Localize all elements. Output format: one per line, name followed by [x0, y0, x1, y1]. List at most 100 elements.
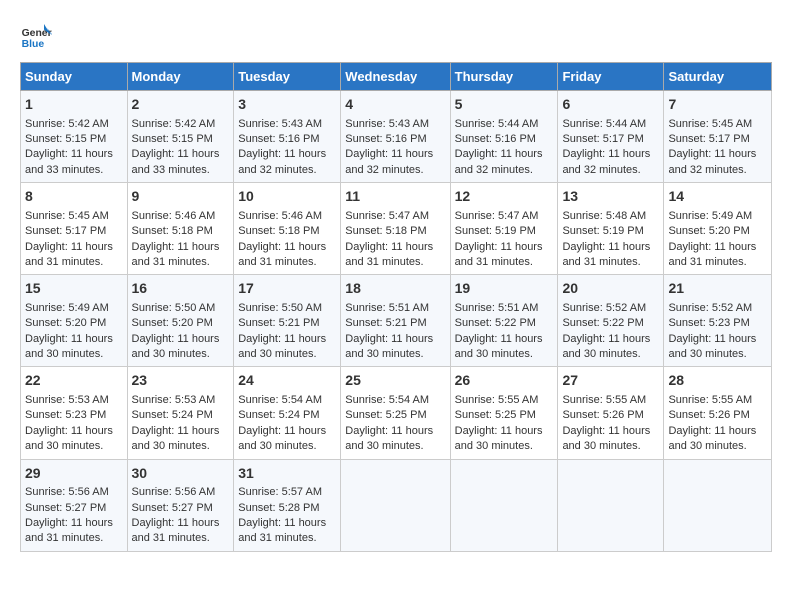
header-tuesday: Tuesday [234, 63, 341, 91]
day-number: 7 [668, 95, 767, 115]
daylight-text: Daylight: 11 hours and 31 minutes. [132, 517, 220, 544]
calendar-cell [664, 459, 772, 551]
day-number: 31 [238, 464, 336, 484]
calendar-cell: 16Sunrise: 5:50 AMSunset: 5:20 PMDayligh… [127, 275, 234, 367]
svg-text:Blue: Blue [22, 39, 45, 50]
calendar-week-1: 1Sunrise: 5:42 AMSunset: 5:15 PMDaylight… [21, 91, 772, 183]
calendar-cell: 19Sunrise: 5:51 AMSunset: 5:22 PMDayligh… [450, 275, 558, 367]
calendar-cell: 11 Sunrise: 5:47 AM Sunset: 5:18 PM Dayligh… [341, 183, 450, 275]
sunset-text: Sunset: 5:21 PM [238, 317, 319, 329]
sunset-text: Sunset: 5:16 PM [455, 133, 536, 145]
day-number: 23 [132, 371, 230, 391]
daylight-text: Daylight: 11 hours and 31 minutes. [345, 241, 433, 268]
daylight-text: Daylight: 11 hours and 33 minutes. [25, 148, 113, 175]
calendar-cell: 15Sunrise: 5:49 AMSunset: 5:20 PMDayligh… [21, 275, 128, 367]
sunset-text: Sunset: 5:26 PM [562, 409, 643, 421]
sunrise-text: Sunrise: 5:52 AM [562, 302, 646, 314]
daylight-text: Daylight: 11 hours and 30 minutes. [25, 425, 113, 452]
calendar-cell: 18Sunrise: 5:51 AMSunset: 5:21 PMDayligh… [341, 275, 450, 367]
calendar-cell: 17Sunrise: 5:50 AMSunset: 5:21 PMDayligh… [234, 275, 341, 367]
calendar-cell: 23Sunrise: 5:53 AMSunset: 5:24 PMDayligh… [127, 367, 234, 459]
sunset-text: Sunset: 5:20 PM [25, 317, 106, 329]
header-monday: Monday [127, 63, 234, 91]
sunrise-text: Sunrise: 5:55 AM [455, 394, 539, 406]
sunrise-text: Sunrise: 5:43 AM [345, 118, 429, 130]
day-number: 11 [345, 187, 445, 207]
sunset-text: Sunset: 5:28 PM [238, 502, 319, 514]
sunset-text: Sunset: 5:23 PM [25, 409, 106, 421]
header-thursday: Thursday [450, 63, 558, 91]
calendar-header-row: SundayMondayTuesdayWednesdayThursdayFrid… [21, 63, 772, 91]
daylight-text: Daylight: 11 hours and 32 minutes. [345, 148, 433, 175]
day-number: 20 [562, 279, 659, 299]
sunrise-text: Sunrise: 5:50 AM [238, 302, 322, 314]
sunset-text: Sunset: 5:18 PM [345, 225, 426, 237]
sunset-text: Sunset: 5:20 PM [668, 225, 749, 237]
calendar-table: SundayMondayTuesdayWednesdayThursdayFrid… [20, 62, 772, 552]
calendar-cell: 22Sunrise: 5:53 AMSunset: 5:23 PMDayligh… [21, 367, 128, 459]
daylight-text: Daylight: 11 hours and 30 minutes. [455, 425, 543, 452]
sunset-text: Sunset: 5:20 PM [132, 317, 213, 329]
calendar-cell: 10Sunrise: 5:46 AMSunset: 5:18 PMDayligh… [234, 183, 341, 275]
day-number: 15 [25, 279, 123, 299]
day-number: 4 [345, 95, 445, 115]
sunrise-text: Sunrise: 5:53 AM [25, 394, 109, 406]
day-number: 30 [132, 464, 230, 484]
daylight-text: Daylight: 11 hours and 32 minutes. [668, 148, 756, 175]
sunrise-text: Sunrise: 5:49 AM [668, 210, 752, 222]
day-number: 27 [562, 371, 659, 391]
daylight-text: Daylight: 11 hours and 32 minutes. [455, 148, 543, 175]
sunrise-text: Sunrise: 5:46 AM [238, 210, 322, 222]
calendar-cell: 6Sunrise: 5:44 AMSunset: 5:17 PMDaylight… [558, 91, 664, 183]
daylight-text: Daylight: 11 hours and 33 minutes. [132, 148, 220, 175]
day-number: 18 [345, 279, 445, 299]
calendar-cell: 8Sunrise: 5:45 AMSunset: 5:17 PMDaylight… [21, 183, 128, 275]
sunrise-text: Sunrise: 5:51 AM [345, 302, 429, 314]
daylight-text: Daylight: 11 hours and 30 minutes. [562, 425, 650, 452]
calendar-cell: 31Sunrise: 5:57 AMSunset: 5:28 PMDayligh… [234, 459, 341, 551]
calendar-cell: 3Sunrise: 5:43 AMSunset: 5:16 PMDaylight… [234, 91, 341, 183]
daylight-text: Daylight: 11 hours and 30 minutes. [562, 333, 650, 360]
sunset-text: Sunset: 5:23 PM [668, 317, 749, 329]
sunrise-text: Sunrise: 5:52 AM [668, 302, 752, 314]
daylight-text: Daylight: 11 hours and 32 minutes. [562, 148, 650, 175]
sunrise-text: Sunrise: 5:47 AM [345, 210, 429, 222]
sunrise-text: Sunrise: 5:54 AM [345, 394, 429, 406]
sunset-text: Sunset: 5:17 PM [668, 133, 749, 145]
daylight-text: Daylight: 11 hours and 31 minutes. [562, 241, 650, 268]
calendar-cell [341, 459, 450, 551]
day-number: 2 [132, 95, 230, 115]
calendar-cell: 24Sunrise: 5:54 AMSunset: 5:24 PMDayligh… [234, 367, 341, 459]
day-number: 14 [668, 187, 767, 207]
sunrise-text: Sunrise: 5:51 AM [455, 302, 539, 314]
daylight-text: Daylight: 11 hours and 32 minutes. [238, 148, 326, 175]
logo: General Blue [20, 20, 56, 52]
day-number: 16 [132, 279, 230, 299]
sunrise-text: Sunrise: 5:43 AM [238, 118, 322, 130]
calendar-cell [558, 459, 664, 551]
daylight-text: Daylight: 11 hours and 31 minutes. [668, 241, 756, 268]
sunset-text: Sunset: 5:21 PM [345, 317, 426, 329]
daylight-text: Daylight: 11 hours and 31 minutes. [455, 241, 543, 268]
calendar-cell: 9Sunrise: 5:46 AMSunset: 5:18 PMDaylight… [127, 183, 234, 275]
sunrise-text: Sunrise: 5:55 AM [668, 394, 752, 406]
sunrise-text: Sunrise: 5:47 AM [455, 210, 539, 222]
header-friday: Friday [558, 63, 664, 91]
sunrise-text: Sunrise: 5:50 AM [132, 302, 216, 314]
daylight-text: Daylight: 11 hours and 30 minutes. [345, 425, 433, 452]
calendar-cell: 27Sunrise: 5:55 AMSunset: 5:26 PMDayligh… [558, 367, 664, 459]
day-number: 12 [455, 187, 554, 207]
daylight-text: Daylight: 11 hours and 31 minutes. [238, 517, 326, 544]
sunrise-text: Sunrise: 5:56 AM [25, 486, 109, 498]
day-number: 10 [238, 187, 336, 207]
calendar-week-4: 22Sunrise: 5:53 AMSunset: 5:23 PMDayligh… [21, 367, 772, 459]
sunset-text: Sunset: 5:19 PM [455, 225, 536, 237]
calendar-cell: 1Sunrise: 5:42 AMSunset: 5:15 PMDaylight… [21, 91, 128, 183]
sunset-text: Sunset: 5:16 PM [345, 133, 426, 145]
day-number: 29 [25, 464, 123, 484]
daylight-text: Daylight: 11 hours and 31 minutes. [25, 241, 113, 268]
sunset-text: Sunset: 5:24 PM [132, 409, 213, 421]
sunset-text: Sunset: 5:25 PM [455, 409, 536, 421]
daylight-text: Daylight: 11 hours and 30 minutes. [238, 425, 326, 452]
sunset-text: Sunset: 5:22 PM [562, 317, 643, 329]
